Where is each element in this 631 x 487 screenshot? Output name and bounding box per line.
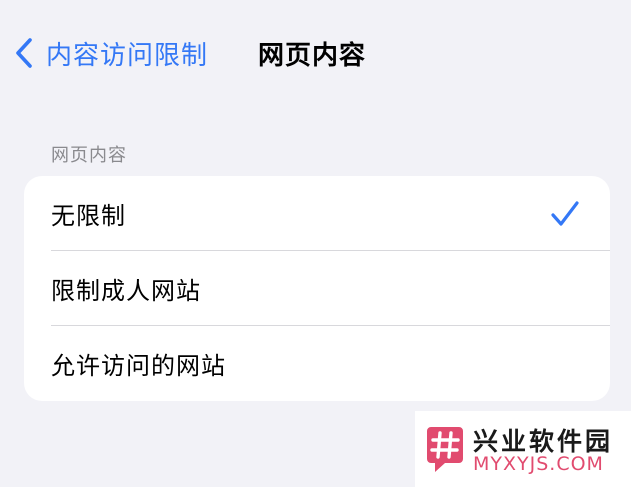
watermark-url: MYXYJS.COM: [473, 453, 604, 475]
back-button[interactable]: 内容访问限制: [10, 33, 208, 73]
option-no-restriction[interactable]: 无限制: [24, 176, 610, 251]
chevron-left-icon: [10, 35, 38, 71]
watermark: 兴业软件园 MYXYJS.COM: [415, 411, 631, 487]
option-allowed-websites-only[interactable]: 允许访问的网站: [24, 326, 610, 401]
hash-logo-icon: [427, 425, 463, 473]
checkmark-icon: [550, 200, 580, 228]
option-label: 允许访问的网站: [51, 352, 226, 380]
option-limit-adult-websites[interactable]: 限制成人网站: [24, 251, 610, 326]
navigation-bar: 内容访问限制 网页内容: [0, 0, 631, 110]
options-group: 无限制 限制成人网站 允许访问的网站: [24, 176, 610, 401]
back-button-label: 内容访问限制: [46, 40, 209, 71]
section-header: 网页内容: [51, 145, 127, 166]
option-label: 无限制: [51, 202, 126, 230]
option-label: 限制成人网站: [51, 277, 201, 305]
page-title: 网页内容: [258, 41, 367, 71]
